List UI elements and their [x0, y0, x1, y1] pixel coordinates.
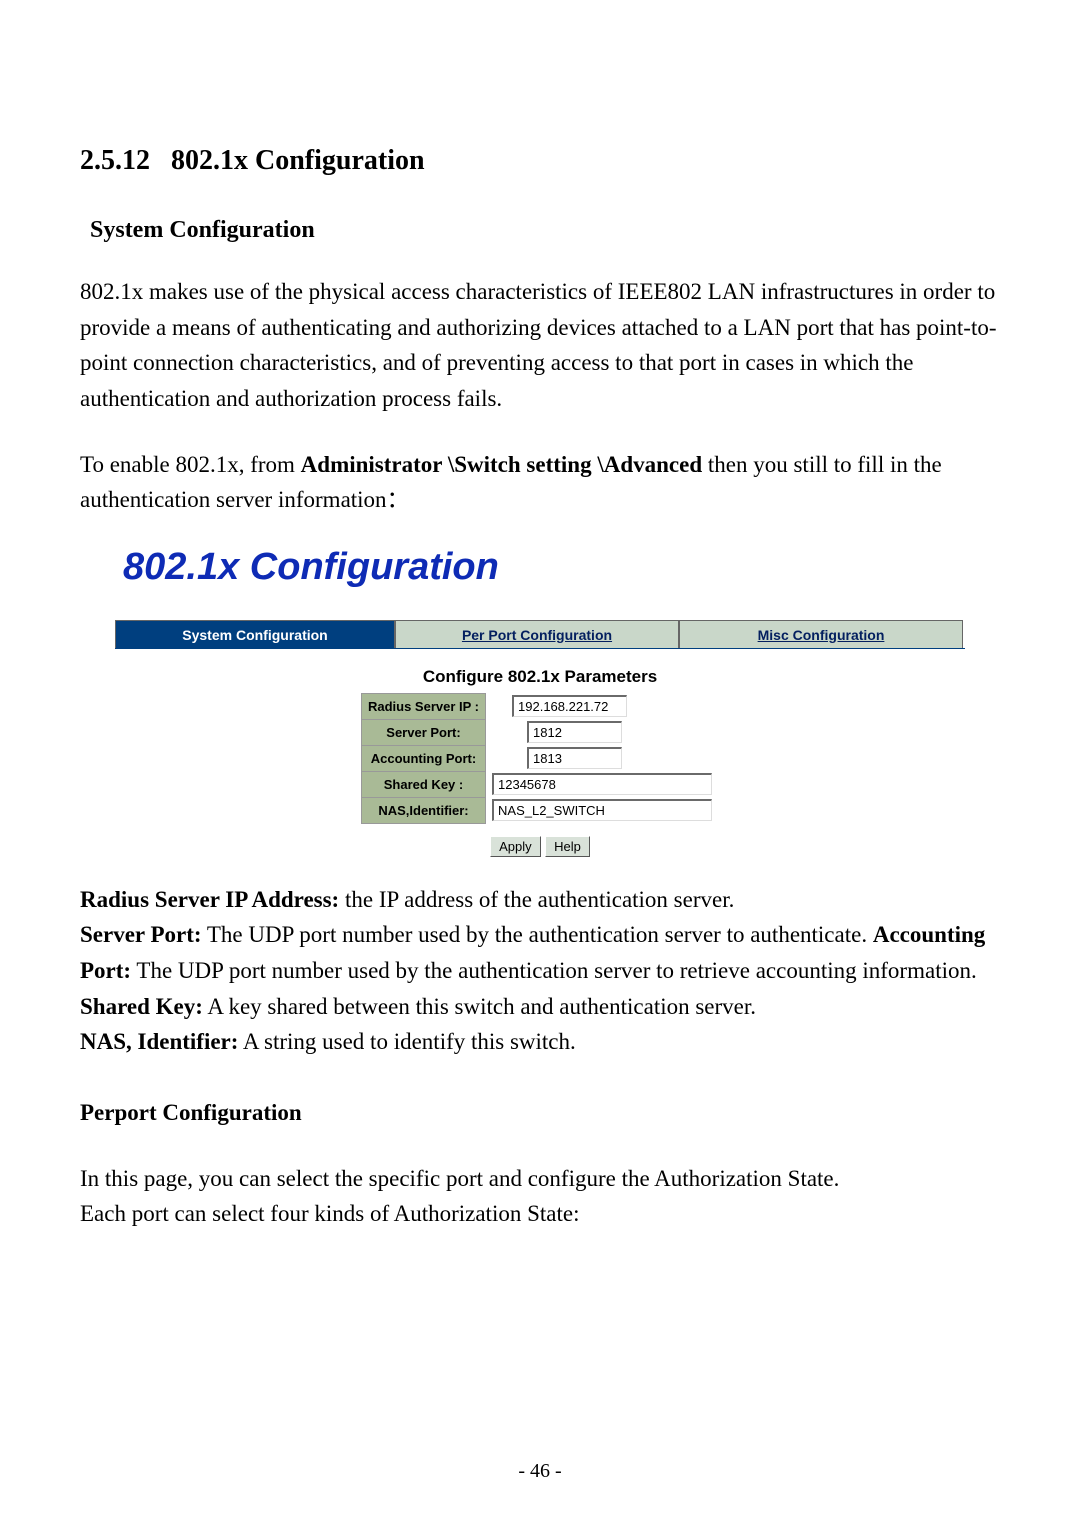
label-desc-nas: NAS, Identifier:	[80, 1029, 238, 1054]
paragraph-perport-2: Each port can select four kinds of Autho…	[80, 1196, 1000, 1232]
field-descriptions: Radius Server IP Address: the IP address…	[80, 882, 1000, 1060]
sub-heading-system-config: System Configuration	[90, 217, 1000, 244]
text-desc-nas: A string used to identify this switch.	[238, 1029, 575, 1054]
paragraph-perport-1: In this page, you can select the specifi…	[80, 1161, 1000, 1197]
input-shared-key[interactable]	[492, 773, 712, 795]
apply-button[interactable]: Apply	[490, 836, 541, 857]
tab-per-port-configuration[interactable]: Per Port Configuration	[395, 620, 679, 648]
input-radius-ip[interactable]	[512, 695, 627, 717]
label-accounting-port: Accounting Port:	[361, 745, 485, 771]
sub-heading-perport: Perport Configuration	[80, 1095, 1000, 1131]
label-server-port: Server Port:	[361, 719, 485, 745]
label-desc-shared-key: Shared Key:	[80, 994, 203, 1019]
tab-system-configuration[interactable]: System Configuration	[115, 620, 395, 648]
para2-prefix: To enable 802.1x, from	[80, 452, 301, 477]
parameters-title: Configure 802.1x Parameters	[115, 667, 965, 687]
input-server-port[interactable]	[527, 721, 622, 743]
label-nas-identifier: NAS,Identifier:	[361, 797, 485, 823]
panel-title: 802.1x Configuration	[115, 540, 965, 595]
parameters-table: Radius Server IP : Server Port: Accounti…	[361, 693, 719, 824]
section-heading: 2.5.12 802.1x Configuration	[80, 145, 1000, 177]
label-radius-ip: Radius Server IP :	[361, 693, 485, 719]
section-number: 2.5.12	[80, 145, 150, 176]
page-number: - 46 -	[0, 1460, 1080, 1483]
text-desc-server-port: The UDP port number used by the authenti…	[202, 922, 873, 947]
label-shared-key: Shared Key :	[361, 771, 485, 797]
paragraph-enable: To enable 802.1x, from Administrator \Sw…	[80, 447, 1000, 518]
label-desc-radius: Radius Server IP Address:	[80, 887, 339, 912]
text-desc-shared: A key shared between this switch and aut…	[203, 994, 756, 1019]
label-desc-server-port: Server Port:	[80, 922, 202, 947]
para2-bold: Administrator \Switch setting \Advanced	[301, 452, 702, 477]
input-accounting-port[interactable]	[527, 747, 622, 769]
tab-misc-configuration[interactable]: Misc Configuration	[679, 620, 963, 648]
input-nas-identifier[interactable]	[492, 799, 712, 821]
config-screenshot: 802.1x Configuration System Configuratio…	[100, 528, 980, 872]
tab-bar: System Configuration Per Port Configurat…	[115, 620, 965, 648]
help-button[interactable]: Help	[545, 836, 590, 857]
text-desc-accounting: The UDP port number used by the authenti…	[131, 958, 977, 983]
text-desc-radius: the IP address of the authentication ser…	[339, 887, 734, 912]
section-title: 802.1x Configuration	[171, 145, 425, 176]
paragraph-intro: 802.1x makes use of the physical access …	[80, 274, 1000, 417]
